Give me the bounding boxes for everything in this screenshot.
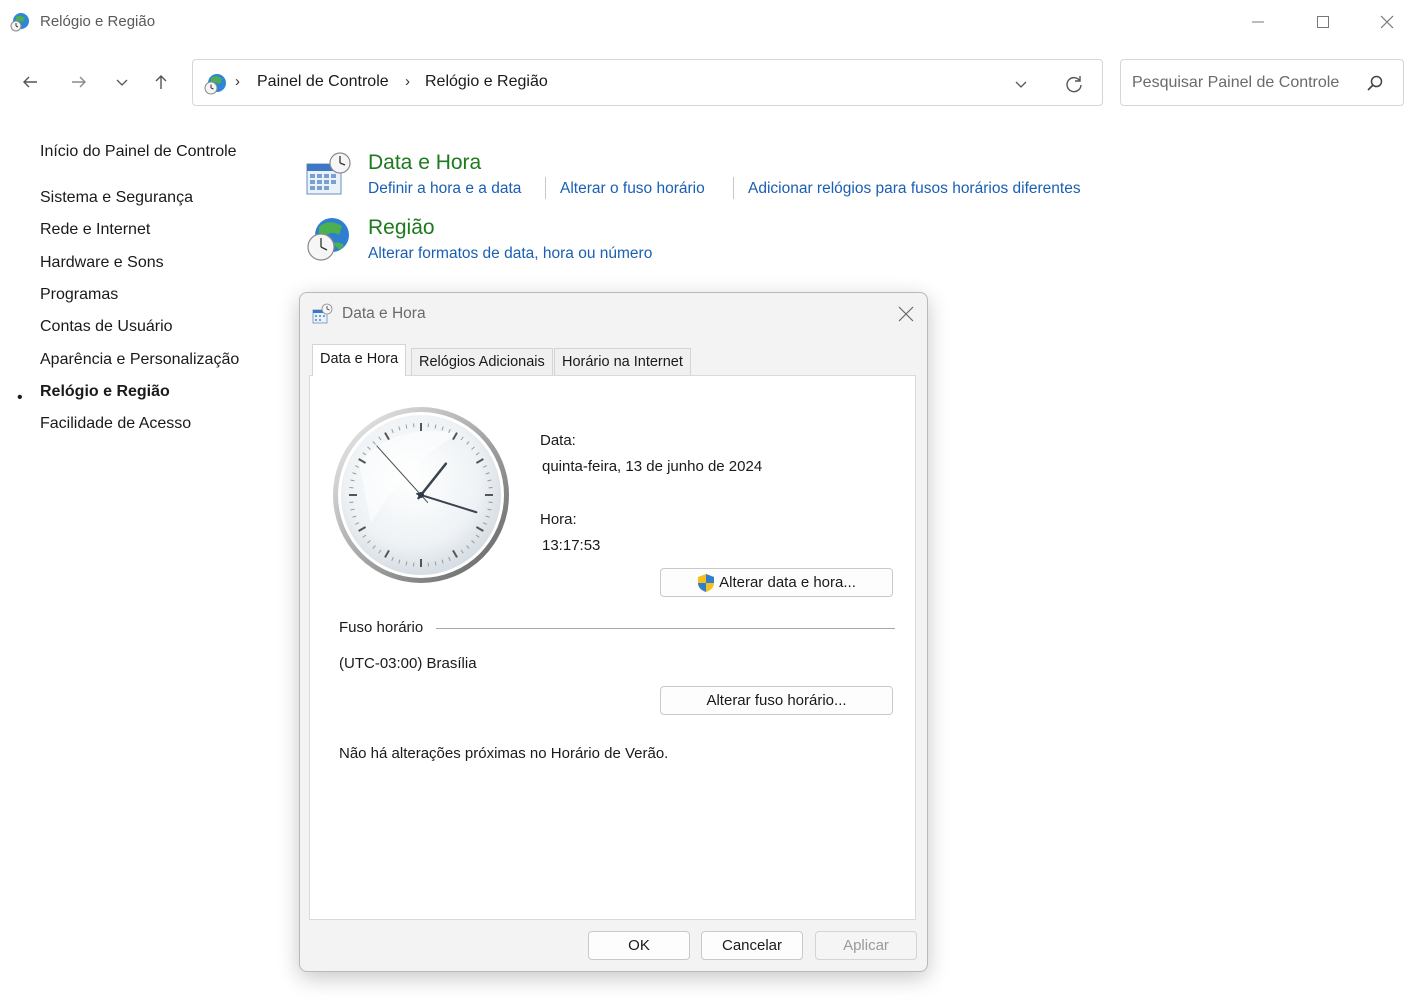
address-dropdown-icon[interactable] <box>1011 74 1031 94</box>
apply-button[interactable]: Aplicar <box>815 931 917 960</box>
link-separator <box>545 177 546 199</box>
date-label: Data: <box>540 432 576 449</box>
title-bar: Relógio e Região <box>0 0 1410 44</box>
change-timezone-label: Alterar fuso horário... <box>706 692 847 709</box>
category-title-date-time[interactable]: Data e Hora <box>368 151 481 175</box>
link-change-formats[interactable]: Alterar formatos de data, hora ou número <box>368 245 652 263</box>
sidebar-item-ease-of-access[interactable]: Facilidade de Acesso <box>40 415 191 433</box>
sidebar-item-system-security[interactable]: Sistema e Segurança <box>40 189 193 207</box>
calendar-clock-icon[interactable] <box>304 150 354 200</box>
tab-panel: Data: quinta-feira, 13 de junho de 2024 … <box>309 375 916 920</box>
tab-additional-clocks[interactable]: Relógios Adicionais <box>411 348 553 375</box>
active-bullet: • <box>17 389 23 406</box>
sidebar-item-user-accounts[interactable]: Contas de Usuário <box>40 318 173 336</box>
up-button[interactable] <box>145 66 177 98</box>
maximize-button[interactable] <box>1300 0 1346 44</box>
maximize-icon <box>1317 16 1329 28</box>
forward-button[interactable] <box>63 66 95 98</box>
calendar-clock-icon <box>312 303 333 324</box>
control-panel-icon <box>204 74 226 95</box>
arrow-right-icon <box>72 76 86 88</box>
close-icon[interactable] <box>894 303 918 325</box>
breadcrumb-clock-region[interactable]: Relógio e Região <box>425 73 548 91</box>
minimize-icon <box>1252 21 1264 23</box>
breadcrumb-separator: › <box>235 73 240 90</box>
sidebar-item-appearance[interactable]: Aparência e Personalização <box>40 351 239 369</box>
clock-center-pin <box>418 492 424 498</box>
tab-date-time[interactable]: Data e Hora <box>312 344 407 376</box>
breadcrumb-separator: › <box>405 73 410 90</box>
time-label: Hora: <box>540 511 577 528</box>
sidebar-item-hardware-sound[interactable]: Hardware e Sons <box>40 254 164 272</box>
search-icon[interactable] <box>1365 73 1385 93</box>
chevron-down-icon <box>116 79 128 86</box>
group-divider <box>436 628 895 629</box>
change-date-time-button[interactable]: Alterar data e hora... <box>660 568 893 597</box>
link-set-time-date[interactable]: Definir a hora e a data <box>368 180 521 198</box>
globe-clock-icon[interactable] <box>304 215 354 265</box>
link-separator <box>733 177 734 199</box>
sidebar-item-network-internet[interactable]: Rede e Internet <box>40 221 150 239</box>
timezone-value: (UTC-03:00) Brasília <box>339 655 477 672</box>
breadcrumb-control-panel[interactable]: Painel de Controle <box>257 73 389 91</box>
category-title-region[interactable]: Região <box>368 216 435 240</box>
address-bar[interactable]: › Painel de Controle › Relógio e Região <box>192 59 1103 106</box>
change-timezone-button[interactable]: Alterar fuso horário... <box>660 686 893 715</box>
window-title: Relógio e Região <box>40 13 156 30</box>
dialog-title: Data e Hora <box>342 305 426 322</box>
control-panel-clock-icon <box>10 13 29 32</box>
change-date-time-label: Alterar data e hora... <box>719 574 856 591</box>
close-icon <box>1380 15 1394 29</box>
arrow-up-icon <box>155 75 167 89</box>
sidebar-item-clock-region[interactable]: Relógio e Região <box>40 383 170 401</box>
minimize-button[interactable] <box>1235 0 1281 44</box>
date-value: quinta-feira, 13 de junho de 2024 <box>542 458 763 475</box>
link-change-timezone[interactable]: Alterar o fuso horário <box>560 180 705 198</box>
close-window-button[interactable] <box>1364 0 1410 44</box>
date-time-dialog: Data e Hora Data e Hora Relógios Adicion… <box>299 292 928 972</box>
link-add-clocks[interactable]: Adicionar relógios para fusos horários d… <box>748 180 1081 198</box>
search-input[interactable] <box>1132 71 1362 95</box>
recent-locations-button[interactable] <box>106 66 138 98</box>
timezone-group-label: Fuso horário <box>339 619 424 636</box>
back-button[interactable] <box>14 66 46 98</box>
arrow-left-icon <box>23 76 37 88</box>
dst-message: Não há alterações próximas no Horário de… <box>339 745 669 762</box>
analog-clock <box>331 403 514 586</box>
time-value: 13:17:53 <box>542 537 601 554</box>
clock-face <box>333 407 509 583</box>
uac-shield-icon <box>698 573 715 592</box>
refresh-icon[interactable] <box>1063 73 1085 95</box>
tab-internet-time[interactable]: Horário na Internet <box>554 348 691 375</box>
ok-button[interactable]: OK <box>588 931 690 960</box>
cancel-button[interactable]: Cancelar <box>701 931 803 960</box>
search-box[interactable] <box>1120 59 1404 106</box>
sidebar-item-programs[interactable]: Programas <box>40 286 118 304</box>
sidebar-home-link[interactable]: Início do Painel de Controle <box>40 143 237 161</box>
